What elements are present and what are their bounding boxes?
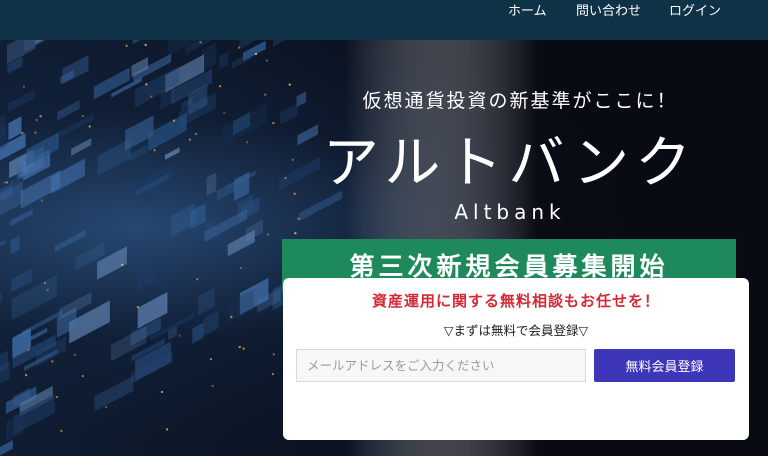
email-input[interactable] [296, 349, 586, 382]
nav-home-link[interactable]: ホーム [508, 0, 547, 24]
nav-login-link[interactable]: ログイン [669, 0, 721, 24]
brand-name-english: Altbank [454, 200, 566, 224]
nav-contact-link[interactable]: 問い合わせ [576, 0, 641, 24]
top-navigation-bar: ホーム 問い合わせ ログイン [0, 0, 768, 40]
signup-subtext: ▽まずは無料で会員登録▽ [443, 323, 589, 338]
free-register-button[interactable]: 無料会員登録 [594, 349, 735, 382]
brand-name-japanese: アルトバンク [322, 131, 698, 196]
signup-card: 資産運用に関する無料相談もお任せを！ ▽まずは無料で会員登録▽ 無料会員登録 [283, 278, 749, 440]
signup-headline: 資産運用に関する無料相談もお任せを！ [371, 292, 660, 310]
hero-tagline: 仮想通貨投資の新基準がここに！ [362, 90, 678, 112]
